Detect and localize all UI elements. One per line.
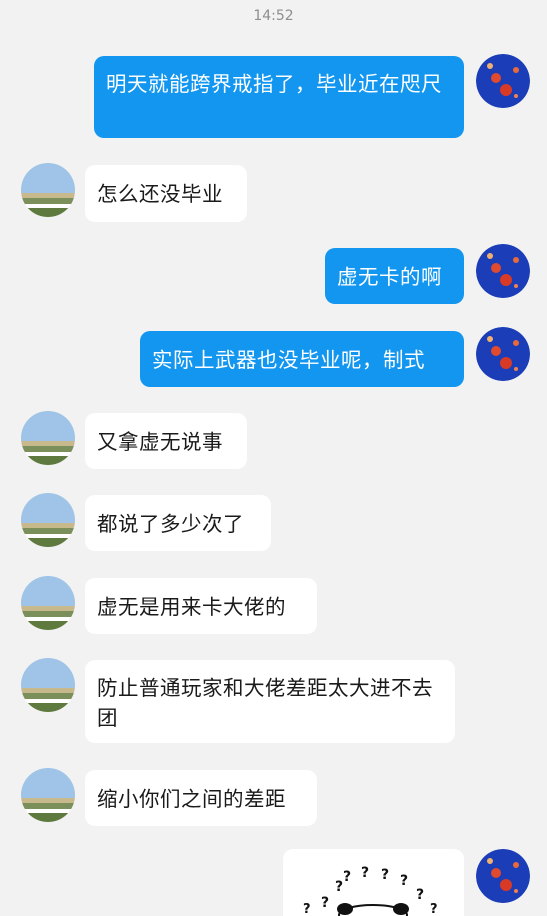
contact-avatar[interactable] [21, 411, 75, 465]
incoming-message-bubble[interactable]: 怎么还没毕业 [85, 165, 247, 222]
sticker-message-bubble[interactable]: ? ? ? ? ? ? ? ? ? [283, 849, 464, 916]
svg-text:?: ? [361, 865, 370, 881]
incoming-message-bubble[interactable]: 缩小你们之间的差距 [85, 770, 317, 826]
svg-text:?: ? [381, 867, 390, 883]
contact-avatar[interactable] [21, 163, 75, 217]
contact-avatar-image [21, 658, 75, 712]
contact-avatar-image [21, 163, 75, 217]
svg-text:?: ? [343, 869, 352, 885]
contact-avatar-image [21, 411, 75, 465]
contact-avatar-image [21, 493, 75, 547]
my-avatar[interactable] [476, 849, 530, 903]
my-avatar-image [476, 327, 530, 381]
contact-avatar-image [21, 576, 75, 630]
contact-avatar[interactable] [21, 768, 75, 822]
svg-text:?: ? [400, 873, 409, 889]
my-avatar-image [476, 54, 530, 108]
outgoing-message-bubble[interactable]: 虚无卡的啊 [325, 248, 464, 304]
incoming-message-bubble[interactable]: 都说了多少次了 [85, 495, 271, 551]
my-avatar[interactable] [476, 327, 530, 381]
svg-text:?: ? [303, 902, 311, 916]
panda-confused-sticker-image: ? ? ? ? ? ? ? ? ? [303, 865, 438, 916]
svg-text:?: ? [416, 887, 425, 903]
my-avatar[interactable] [476, 54, 530, 108]
contact-avatar[interactable] [21, 658, 75, 712]
contact-avatar-image [21, 768, 75, 822]
my-avatar-image [476, 849, 530, 903]
incoming-message-bubble[interactable]: 防止普通玩家和大佬差距太大进不去团 [85, 660, 455, 743]
incoming-message-bubble[interactable]: 虚无是用来卡大佬的 [85, 578, 317, 634]
message-timestamp: 14:52 [253, 8, 294, 24]
contact-avatar[interactable] [21, 493, 75, 547]
svg-text:?: ? [430, 902, 438, 916]
my-avatar[interactable] [476, 244, 530, 298]
svg-text:?: ? [321, 895, 330, 911]
outgoing-message-bubble[interactable]: 实际上武器也没毕业呢，制式 [140, 331, 464, 387]
chat-screen: 14:52 明天就能跨界戒指了，毕业近在咫尺 怎么还没毕业 虚无卡的啊 实际上武… [0, 0, 547, 916]
my-avatar-image [476, 244, 530, 298]
contact-avatar[interactable] [21, 576, 75, 630]
incoming-message-bubble[interactable]: 又拿虚无说事 [85, 413, 247, 469]
outgoing-message-bubble[interactable]: 明天就能跨界戒指了，毕业近在咫尺 [94, 56, 464, 138]
